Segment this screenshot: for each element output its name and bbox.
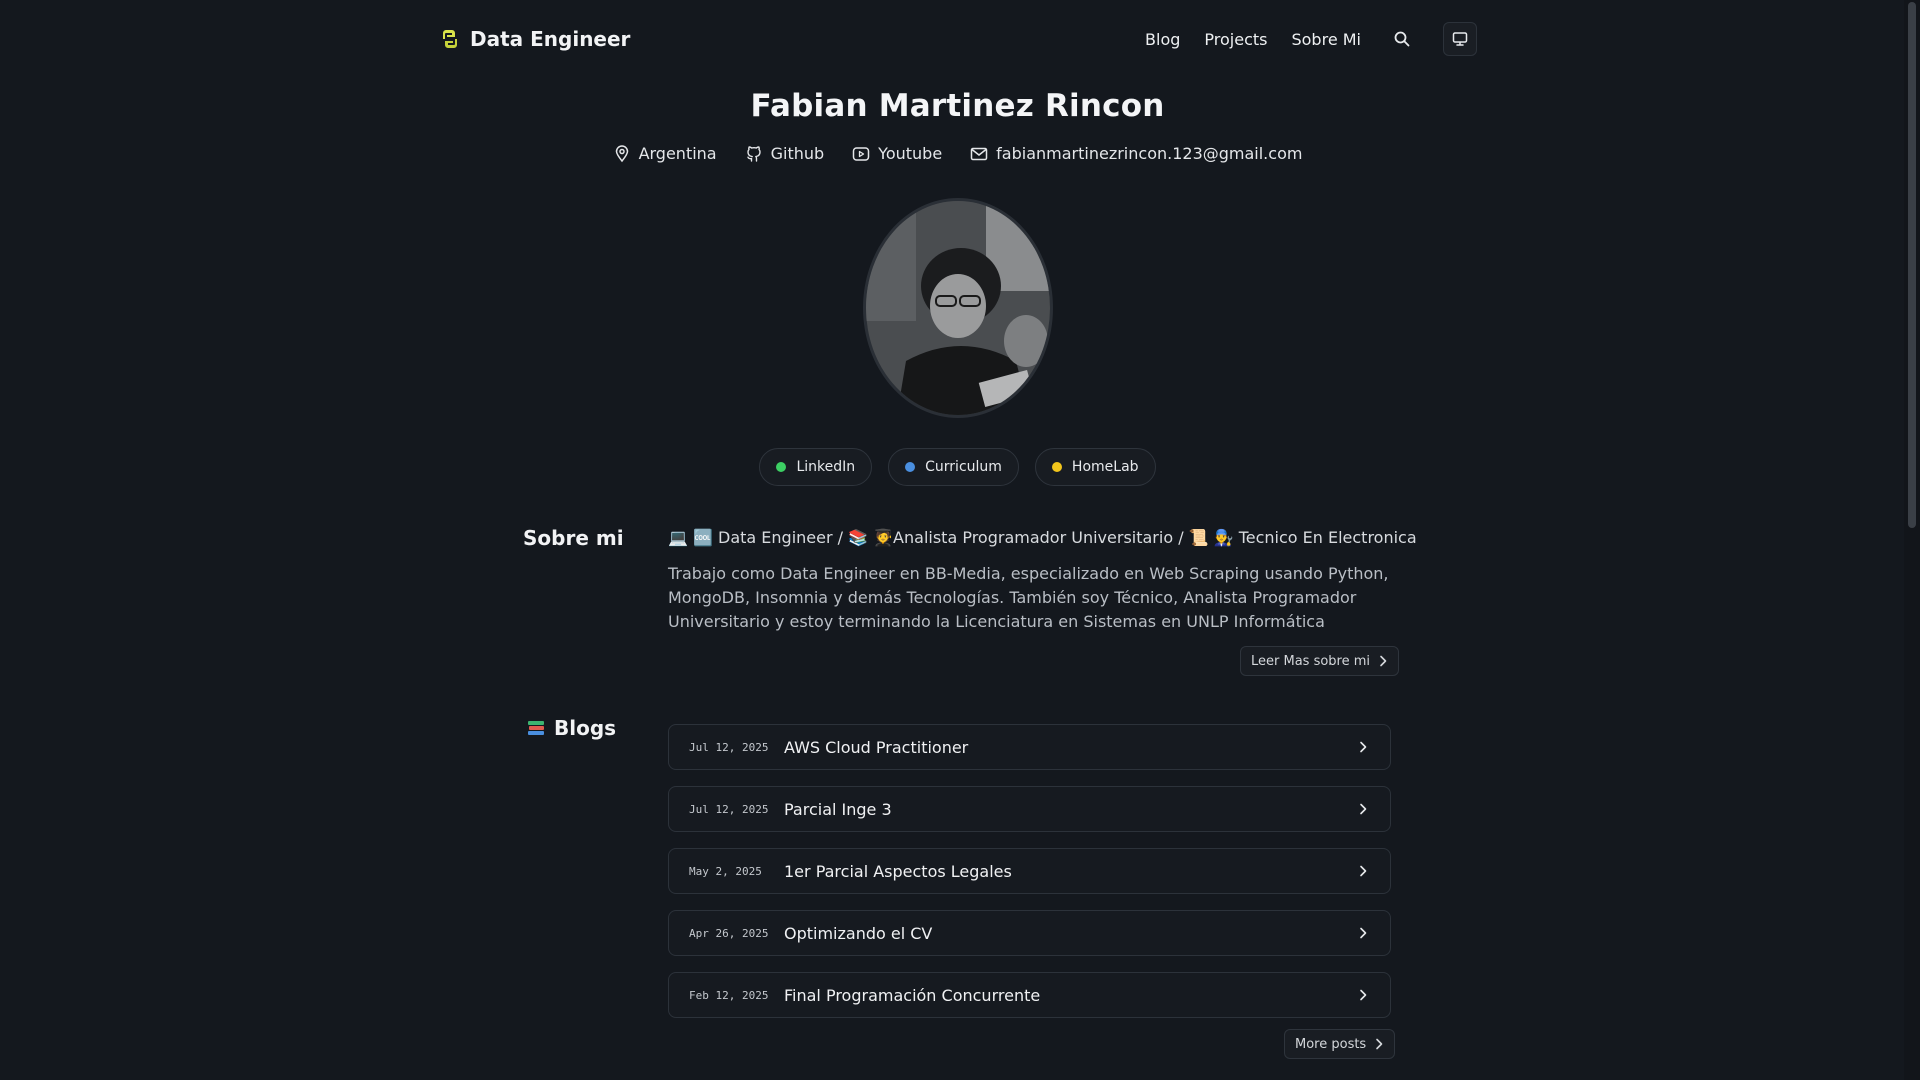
contact-github[interactable]: Github bbox=[745, 144, 825, 163]
brand-name: Data Engineer bbox=[470, 27, 631, 51]
scrollbar-thumb[interactable] bbox=[1908, 2, 1916, 528]
monitor-icon bbox=[1452, 32, 1468, 46]
post-date: Apr 26, 2025 bbox=[689, 926, 769, 940]
nav-link-sobre-mi[interactable]: Sobre Mi bbox=[1291, 30, 1361, 49]
chevron-right-icon bbox=[1380, 655, 1387, 667]
avatar bbox=[863, 198, 1053, 418]
blogs-title: Blogs bbox=[526, 716, 616, 740]
contact-location: Argentina bbox=[613, 144, 717, 163]
blogs-title-label: Blogs bbox=[554, 716, 617, 740]
top-nav: Data Engineer Blog Projects Sobre Mi bbox=[440, 20, 1477, 58]
nav-link-blog[interactable]: Blog bbox=[1145, 30, 1180, 49]
post-title: Parcial Inge 3 bbox=[784, 799, 892, 819]
chevron-right-icon bbox=[1360, 927, 1367, 939]
profile-links: LinkedIn Curriculum HomeLab bbox=[0, 448, 1915, 486]
contact-youtube-label: Youtube bbox=[878, 144, 943, 163]
blog-post-item[interactable]: Apr 26, 2025 Optimizando el CV bbox=[668, 910, 1391, 956]
search-button[interactable] bbox=[1385, 22, 1419, 56]
status-dot-icon bbox=[1051, 462, 1062, 472]
about-text: Trabajo como Data Engineer en BB-Media, … bbox=[668, 564, 1389, 631]
status-dot-icon bbox=[905, 462, 916, 472]
about-tagline-text: 💻 🆒 Data Engineer / 📚 🧑‍🎓Analista Progra… bbox=[668, 528, 1417, 547]
chevron-right-icon bbox=[1360, 741, 1367, 753]
about-title-label: Sobre mi bbox=[523, 526, 624, 550]
blog-post-list: Jul 12, 2025 AWS Cloud Practitioner Jul … bbox=[668, 724, 1391, 1034]
youtube-icon bbox=[852, 146, 870, 161]
status-dot-icon bbox=[776, 462, 787, 472]
chevron-right-icon bbox=[1360, 865, 1367, 877]
github-icon bbox=[746, 145, 761, 162]
chevron-right-icon bbox=[1376, 1038, 1383, 1050]
blog-post-item[interactable]: Jul 12, 2025 Parcial Inge 3 bbox=[668, 786, 1391, 832]
contact-links: Argentina Github Youtube fabianmartinezr… bbox=[0, 144, 1915, 163]
homelab-button[interactable]: HomeLab bbox=[1034, 448, 1156, 486]
about-tagline: 💻 🆒 Data Engineer / 📚 🧑‍🎓Analista Progra… bbox=[668, 528, 1417, 547]
blog-post-item[interactable]: May 2, 2025 1er Parcial Aspectos Legales bbox=[668, 848, 1391, 894]
contact-email-label: fabianmartinezrincon.123@gmail.com bbox=[996, 144, 1303, 163]
mail-icon bbox=[970, 147, 988, 160]
more-posts-label: More posts bbox=[1295, 1036, 1367, 1052]
location-icon bbox=[615, 144, 628, 162]
post-date: Jul 12, 2025 bbox=[689, 802, 769, 816]
profile-name: Fabian Martinez Rincon bbox=[750, 88, 1165, 124]
page-scrollbar[interactable] bbox=[1904, 0, 1920, 1080]
curriculum-button[interactable]: Curriculum bbox=[888, 448, 1019, 486]
brand-link[interactable]: Data Engineer bbox=[440, 27, 630, 51]
python-icon bbox=[443, 30, 457, 48]
post-date: May 2, 2025 bbox=[689, 864, 762, 878]
post-title: Final Programación Concurrente bbox=[784, 985, 1041, 1005]
search-icon bbox=[1394, 31, 1410, 47]
contact-email[interactable]: fabianmartinezrincon.123@gmail.com bbox=[970, 144, 1302, 163]
homelab-label: HomeLab bbox=[1071, 459, 1139, 475]
post-date: Feb 12, 2025 bbox=[689, 988, 769, 1002]
about-title: Sobre mi bbox=[523, 526, 624, 550]
blog-post-item[interactable]: Jul 12, 2025 AWS Cloud Practitioner bbox=[668, 724, 1391, 770]
contact-github-label: Github bbox=[770, 144, 825, 163]
post-date: Jul 12, 2025 bbox=[689, 740, 769, 754]
more-posts-button[interactable]: More posts bbox=[1284, 1029, 1396, 1059]
post-title: 1er Parcial Aspectos Legales bbox=[784, 861, 1012, 881]
post-title: Optimizando el CV bbox=[784, 923, 933, 943]
post-title: AWS Cloud Practitioner bbox=[784, 737, 969, 757]
avatar-photo bbox=[866, 201, 1050, 415]
read-more-about-label: Leer Mas sobre mi bbox=[1251, 653, 1371, 669]
linkedin-button[interactable]: LinkedIn bbox=[759, 448, 873, 486]
blog-post-item[interactable]: Feb 12, 2025 Final Programación Concurre… bbox=[668, 972, 1391, 1018]
contact-youtube[interactable]: Youtube bbox=[852, 144, 942, 163]
curriculum-label: Curriculum bbox=[925, 459, 1002, 475]
books-icon bbox=[528, 721, 544, 735]
read-more-about-button[interactable]: Leer Mas sobre mi bbox=[1240, 646, 1400, 676]
nav-link-projects[interactable]: Projects bbox=[1204, 30, 1267, 49]
theme-toggle-button[interactable] bbox=[1443, 22, 1477, 56]
chevron-right-icon bbox=[1360, 989, 1367, 1001]
linkedin-label: LinkedIn bbox=[796, 459, 856, 475]
contact-location-label: Argentina bbox=[638, 144, 717, 163]
chevron-right-icon bbox=[1360, 803, 1367, 815]
